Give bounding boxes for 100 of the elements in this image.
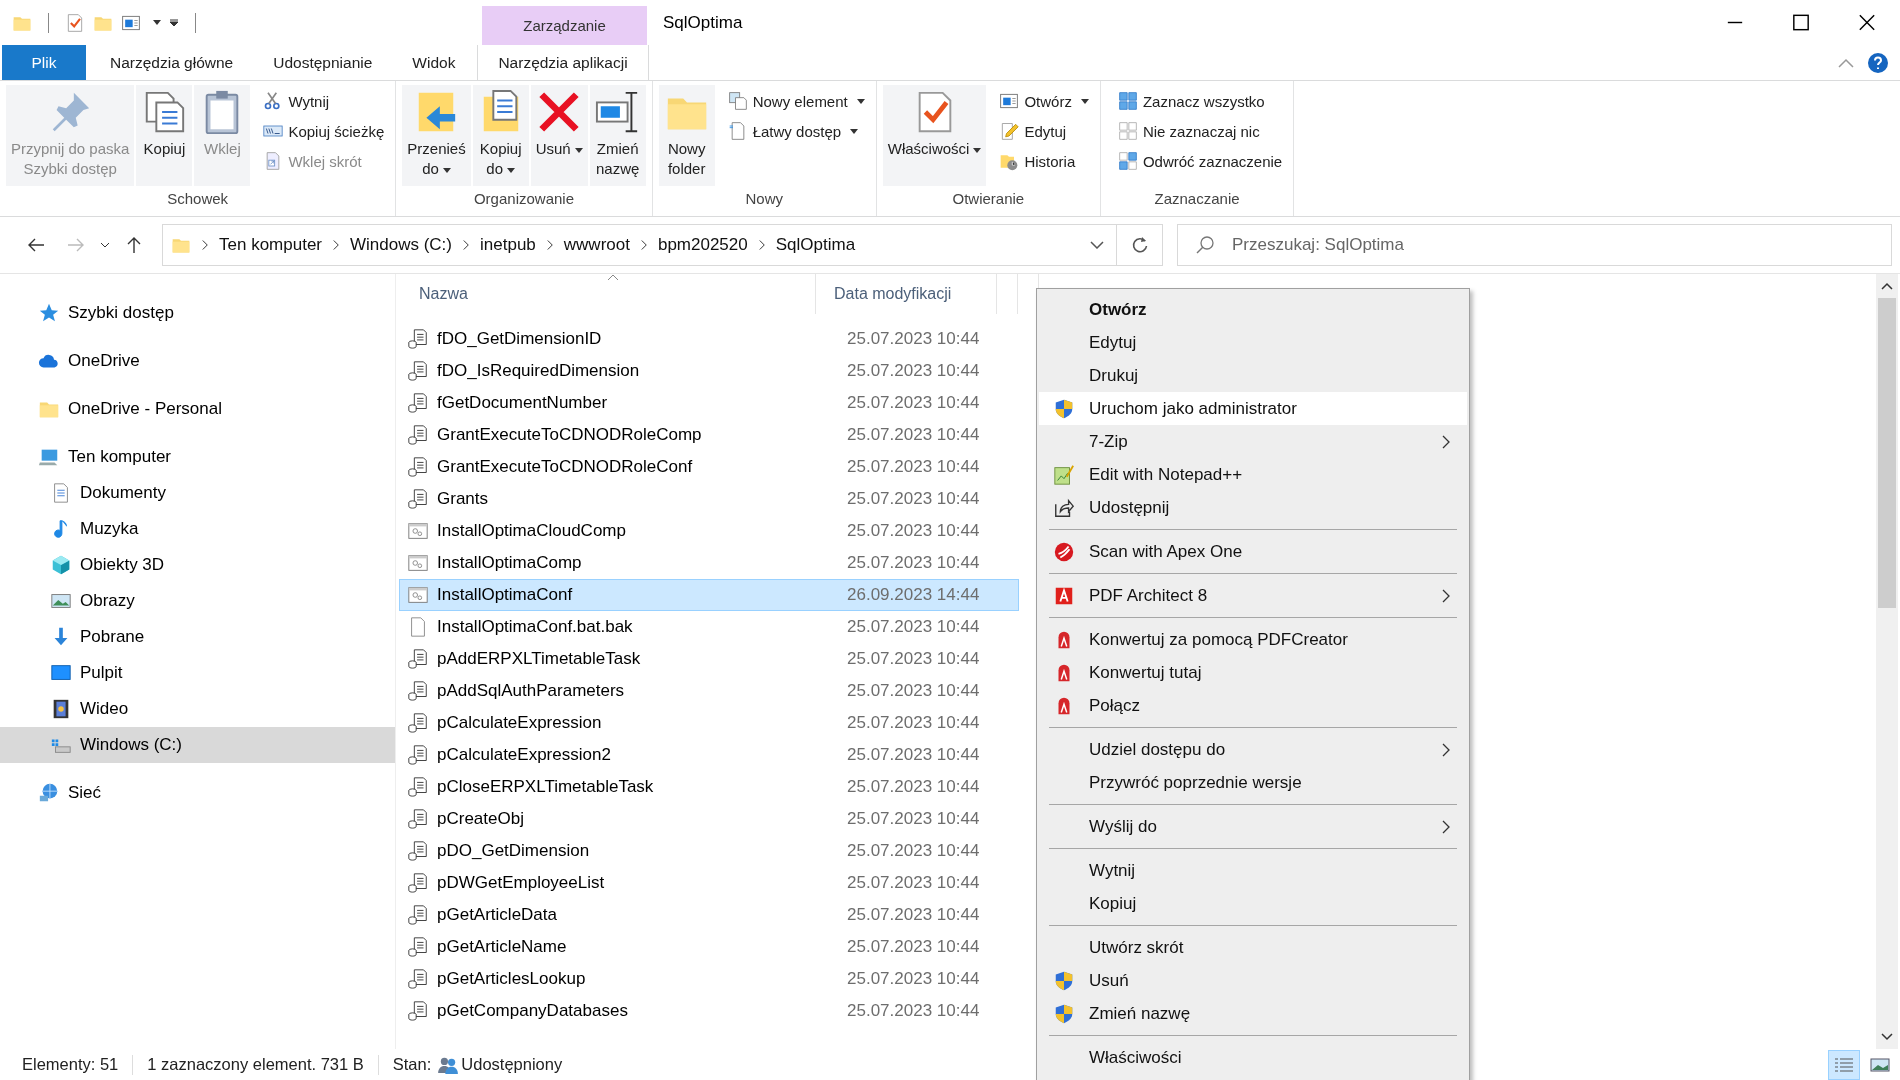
menu-item[interactable]: Edit with Notepad++ [1039, 458, 1467, 491]
file-row[interactable]: Grants 25.07.2023 10:44 [399, 483, 1019, 515]
menu-item[interactable]: Utwórz skrót [1039, 931, 1467, 964]
ribbon-button[interactable]: Edytuj [994, 117, 1094, 145]
recent-locations-icon[interactable] [100, 240, 110, 250]
file-row[interactable]: fGetDocumentNumber 25.07.2023 10:44 [399, 387, 1019, 419]
sidebar-item[interactable]: Obiekty 3D [0, 547, 395, 583]
menu-item[interactable]: Zmień nazwę [1039, 997, 1467, 1030]
menu-item[interactable]: Połącz [1039, 689, 1467, 722]
scroll-up-icon[interactable] [1881, 282, 1893, 290]
file-row[interactable]: pCloseERPXLTimetableTask 25.07.2023 10:44 [399, 771, 1019, 803]
ribbon-tab[interactable]: Narzędzia główne [90, 45, 254, 80]
ribbon-button[interactable]: Odwróć zaznaczenie [1112, 147, 1288, 175]
details-view-button[interactable] [1828, 1049, 1860, 1080]
ribbon-tab[interactable]: Udostępnianie [253, 45, 393, 80]
refresh-button[interactable] [1117, 224, 1163, 266]
breadcrumb[interactable]: SqlOptima [775, 235, 856, 255]
menu-item[interactable]: Właściwości [1039, 1041, 1467, 1074]
sidebar-item[interactable]: Szybki dostęp [0, 295, 395, 331]
dropdown-icon[interactable] [1090, 241, 1104, 249]
menu-item[interactable]: Udziel dostępu do [1039, 733, 1467, 766]
ribbon-button[interactable]: Nowy element [722, 87, 870, 115]
menu-item[interactable]: Konwertuj tutaj [1039, 656, 1467, 689]
ribbon-button[interactable]: Otwórz [994, 87, 1094, 115]
ribbon-button[interactable]: Właściwości [882, 85, 987, 186]
column-header[interactable]: Nazwa [399, 274, 816, 314]
file-row[interactable]: fDO_IsRequiredDimension 25.07.2023 10:44 [399, 355, 1019, 387]
menu-item[interactable]: PDF Architect 8 [1039, 579, 1467, 612]
file-row[interactable]: pAddERPXLTimetableTask 25.07.2023 10:44 [399, 643, 1019, 675]
ribbon-button[interactable]: Historia [994, 147, 1094, 175]
menu-item[interactable]: Drukuj [1039, 359, 1467, 392]
customize-toolbar-icon[interactable] [169, 17, 179, 28]
file-row[interactable]: pAddSqlAuthParameters 25.07.2023 10:44 [399, 675, 1019, 707]
search-field[interactable]: Przeszukaj: SqlOptima [1177, 224, 1892, 266]
file-row[interactable]: pCreateObj 25.07.2023 10:44 [399, 803, 1019, 835]
menu-item[interactable]: Przywróć poprzednie wersje [1039, 766, 1467, 799]
menu-item[interactable]: Wytnij [1039, 854, 1467, 887]
file-row[interactable]: InstallOptimaConf.bat.bak 25.07.2023 10:44 [399, 611, 1019, 643]
collapse-ribbon-icon[interactable] [1838, 57, 1854, 68]
sidebar-item[interactable]: Muzyka [0, 511, 395, 547]
file-row[interactable]: pGetArticleData 25.07.2023 10:44 [399, 899, 1019, 931]
scroll-down-icon[interactable] [1881, 1033, 1893, 1041]
sidebar-item[interactable]: Wideo [0, 691, 395, 727]
ribbon-tab[interactable]: Widok [392, 45, 476, 80]
address-bar[interactable]: Ten komputer Windows (C:) inetpub wwwroot bpm202520 SqlOptima [162, 224, 1117, 266]
file-row[interactable]: InstallOptimaComp 25.07.2023 10:44 [399, 547, 1019, 579]
breadcrumb[interactable]: inetpub [480, 235, 536, 255]
ribbon-button[interactable]: Kopiuj [136, 85, 193, 186]
menu-item[interactable]: Udostępnij [1039, 491, 1467, 524]
ribbon-button[interactable]: Przenieś do [402, 85, 471, 186]
file-date: 25.07.2023 10:44 [847, 521, 980, 541]
ribbon-button[interactable]: Zmień nazwę [589, 85, 646, 186]
menu-item[interactable]: Scan with Apex One [1039, 535, 1467, 568]
scrollbar[interactable] [1876, 274, 1898, 1049]
file-row[interactable]: pGetArticleName 25.07.2023 10:44 [399, 931, 1019, 963]
menu-item[interactable]: Usuń [1039, 964, 1467, 997]
breadcrumb[interactable]: wwwroot [563, 235, 630, 255]
column-header[interactable]: Data modyfikacji [816, 274, 976, 314]
menu-item[interactable]: 7-Zip [1039, 425, 1467, 458]
sidebar-item[interactable]: Pobrane [0, 619, 395, 655]
file-row[interactable]: InstallOptimaCloudComp 25.07.2023 10:44 [399, 515, 1019, 547]
sidebar-item[interactable]: Pulpit [0, 655, 395, 691]
menu-item[interactable]: Kopiuj [1039, 887, 1467, 920]
file-row[interactable]: fDO_GetDimensionID 25.07.2023 10:44 [399, 323, 1019, 355]
file-row[interactable]: pDWGetEmployeeList 25.07.2023 10:44 [399, 867, 1019, 899]
file-row[interactable]: pGetArticlesLookup 25.07.2023 10:44 [399, 963, 1019, 995]
file-tab[interactable]: Plik [2, 45, 86, 80]
ribbon-button[interactable]: Usuń [530, 85, 588, 186]
file-row[interactable]: pDO_GetDimension 25.07.2023 10:44 [399, 835, 1019, 867]
file-date: 25.07.2023 10:44 [847, 361, 980, 381]
sidebar-item[interactable]: Dokumenty [0, 475, 395, 511]
file-row[interactable]: pGetCompanyDatabases 25.07.2023 10:44 [399, 995, 1019, 1027]
script-file-icon [407, 936, 429, 958]
breadcrumb[interactable]: bpm202520 [657, 235, 748, 255]
sidebar-item[interactable]: OneDrive - Personal [0, 391, 395, 427]
menu-item[interactable]: Otwórz [1039, 293, 1467, 326]
file-row[interactable]: pCalculateExpression2 25.07.2023 10:44 [399, 739, 1019, 771]
ribbon-button[interactable]: Kopiuj ścieżkę [258, 117, 390, 145]
file-row[interactable]: InstallOptimaConf 26.09.2023 14:44 [399, 579, 1019, 611]
ribbon-button[interactable]: Zaznacz wszystko [1112, 87, 1288, 115]
menu-item[interactable]: Edytuj [1039, 326, 1467, 359]
menu-item[interactable]: Wyślij do [1039, 810, 1467, 843]
sidebar-item[interactable]: Windows (C:) [0, 727, 395, 763]
ribbon-button[interactable]: Kopiuj do [472, 85, 529, 186]
ribbon-button[interactable]: Wytnij [258, 87, 390, 115]
breadcrumb[interactable]: Windows (C:) [350, 235, 452, 255]
sidebar-item[interactable]: Ten komputer [0, 439, 395, 475]
file-row[interactable]: GrantExecuteToCDNODRoleConf 25.07.2023 10:44 [399, 451, 1019, 483]
breadcrumb[interactable]: Ten komputer [219, 235, 322, 255]
sidebar-item[interactable]: Sieć [0, 775, 395, 811]
file-row[interactable]: GrantExecuteToCDNODRoleComp 25.07.2023 10:44 [399, 419, 1019, 451]
menu-item[interactable]: Konwertuj za pomocą PDFCreator [1039, 623, 1467, 656]
sidebar-item[interactable]: OneDrive [0, 343, 395, 379]
ribbon-button[interactable]: Łatwy dostęp [722, 117, 870, 145]
sidebar-item[interactable]: Obrazy [0, 583, 395, 619]
help-icon[interactable] [1868, 52, 1888, 73]
ribbon-button[interactable]: Nowy folder [658, 85, 715, 186]
ribbon-button[interactable]: Nie zaznaczaj nic [1112, 117, 1288, 145]
menu-item[interactable]: Uruchom jako administrator [1039, 392, 1467, 425]
file-row[interactable]: pCalculateExpression 25.07.2023 10:44 [399, 707, 1019, 739]
